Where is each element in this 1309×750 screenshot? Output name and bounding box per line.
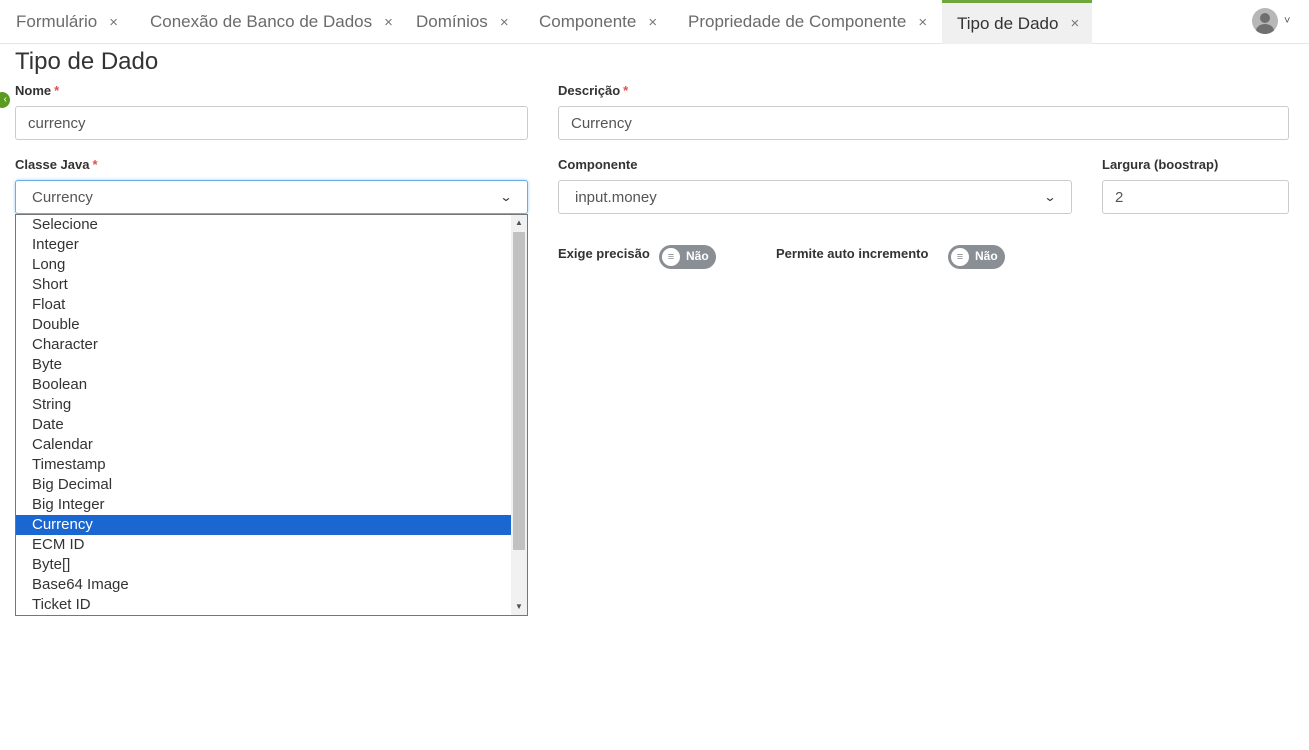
tab-formulario[interactable]: Formulário × <box>16 0 118 44</box>
dropdown-option[interactable]: Float <box>16 295 511 315</box>
dropdown-option[interactable]: Byte[] <box>16 555 511 575</box>
tab-label: Formulário <box>16 12 98 31</box>
tab-propriedade-componente[interactable]: Propriedade de Componente × <box>688 0 927 44</box>
descricao-input[interactable]: Currency <box>558 106 1289 140</box>
nome-label: Nome * <box>15 83 60 98</box>
close-icon[interactable]: × <box>1070 15 1079 32</box>
permite-auto-incremento-toggle[interactable]: ≡ Não <box>948 245 1005 269</box>
tab-bar: Formulário × Conexão de Banco de Dados ×… <box>0 0 1309 44</box>
user-menu[interactable]: ˅ <box>1252 8 1290 34</box>
componente-label: Componente <box>558 157 638 172</box>
dropdown-option[interactable]: String <box>16 395 511 415</box>
tab-label: Domínios <box>416 12 488 31</box>
close-icon[interactable]: × <box>109 14 118 31</box>
dropdown-scrollbar[interactable]: ▲ ▼ <box>511 215 527 615</box>
tab-label: Propriedade de Componente <box>688 12 907 31</box>
dropdown-option[interactable]: Timestamp <box>16 455 511 475</box>
classe-java-dropdown-list[interactable]: Ticket ID Base64 Image Byte[] ECM ID Currenc… <box>15 214 528 616</box>
dropdown-option[interactable]: Character <box>16 335 511 355</box>
dropdown-option[interactable]: ECM ID <box>16 535 511 555</box>
dropdown-option[interactable]: Ticket ID <box>16 595 511 615</box>
tab-label: Conexão de Banco de Dados <box>150 12 373 31</box>
dropdown-option[interactable]: Integer <box>16 235 511 255</box>
dropdown-option[interactable]: Selecione <box>16 215 511 235</box>
chevron-down-icon: ˅ <box>1284 15 1291 27</box>
dropdown-option[interactable]: Short <box>16 275 511 295</box>
largura-label: Largura (boostrap) <box>1102 157 1219 172</box>
dropdown-option[interactable]: Calendar <box>16 435 511 455</box>
close-icon[interactable]: × <box>648 14 657 31</box>
chevron-down-icon: ⌄ <box>499 190 513 204</box>
page-title: Tipo de Dado <box>15 48 159 75</box>
dropdown-option[interactable]: Boolean <box>16 375 511 395</box>
dropdown-option[interactable]: Date <box>16 415 511 435</box>
toggle-state: Não <box>975 249 998 263</box>
toggle-knob-icon: ≡ <box>951 248 969 266</box>
exige-precisao-label: Exige precisão <box>558 246 650 261</box>
dropdown-option[interactable]: Base64 Image <box>16 575 511 595</box>
required-mark: * <box>92 157 98 172</box>
sidebar-toggle-icon[interactable]: ‹ <box>0 92 10 108</box>
descricao-label: Descrição * <box>558 83 629 98</box>
dropdown-option[interactable]: Double <box>16 315 511 335</box>
close-icon[interactable]: × <box>500 14 509 31</box>
classe-java-label: Classe Java * <box>15 157 98 172</box>
dropdown-option[interactable]: Big Decimal <box>16 475 511 495</box>
scroll-down-icon[interactable]: ▼ <box>511 599 527 615</box>
close-icon[interactable]: × <box>918 14 927 31</box>
close-icon[interactable]: × <box>384 14 393 31</box>
tab-conexao-banco-dados[interactable]: Conexão de Banco de Dados × <box>150 0 393 44</box>
scroll-up-icon[interactable]: ▲ <box>511 215 527 231</box>
classe-java-select[interactable]: Currency ⌄ <box>15 180 528 214</box>
componente-select[interactable]: input.money ⌄ <box>558 180 1072 214</box>
dropdown-option[interactable]: Big Integer <box>16 495 511 515</box>
toggle-state: Não <box>686 249 709 263</box>
tab-label: Tipo de Dado <box>957 13 1059 33</box>
required-mark: * <box>623 83 629 98</box>
user-avatar-icon <box>1252 8 1278 34</box>
exige-precisao-toggle[interactable]: ≡ Não <box>659 245 716 269</box>
largura-input[interactable]: 2 <box>1102 180 1289 214</box>
permite-auto-incremento-label: Permite auto incremento <box>776 246 929 261</box>
tab-dominios[interactable]: Domínios × <box>416 0 509 44</box>
required-mark: * <box>54 83 60 98</box>
dropdown-option[interactable]: Byte <box>16 355 511 375</box>
dropdown-option[interactable]: Long <box>16 255 511 275</box>
tab-label: Componente <box>539 12 637 31</box>
tab-tipo-de-dado[interactable]: Tipo de Dado × <box>942 0 1092 44</box>
dropdown-option[interactable]: Currency <box>16 515 511 535</box>
tab-componente[interactable]: Componente × <box>539 0 657 44</box>
scroll-thumb[interactable] <box>513 232 525 550</box>
chevron-down-icon: ⌄ <box>1043 190 1057 204</box>
nome-input[interactable]: currency <box>15 106 528 140</box>
toggle-knob-icon: ≡ <box>662 248 680 266</box>
